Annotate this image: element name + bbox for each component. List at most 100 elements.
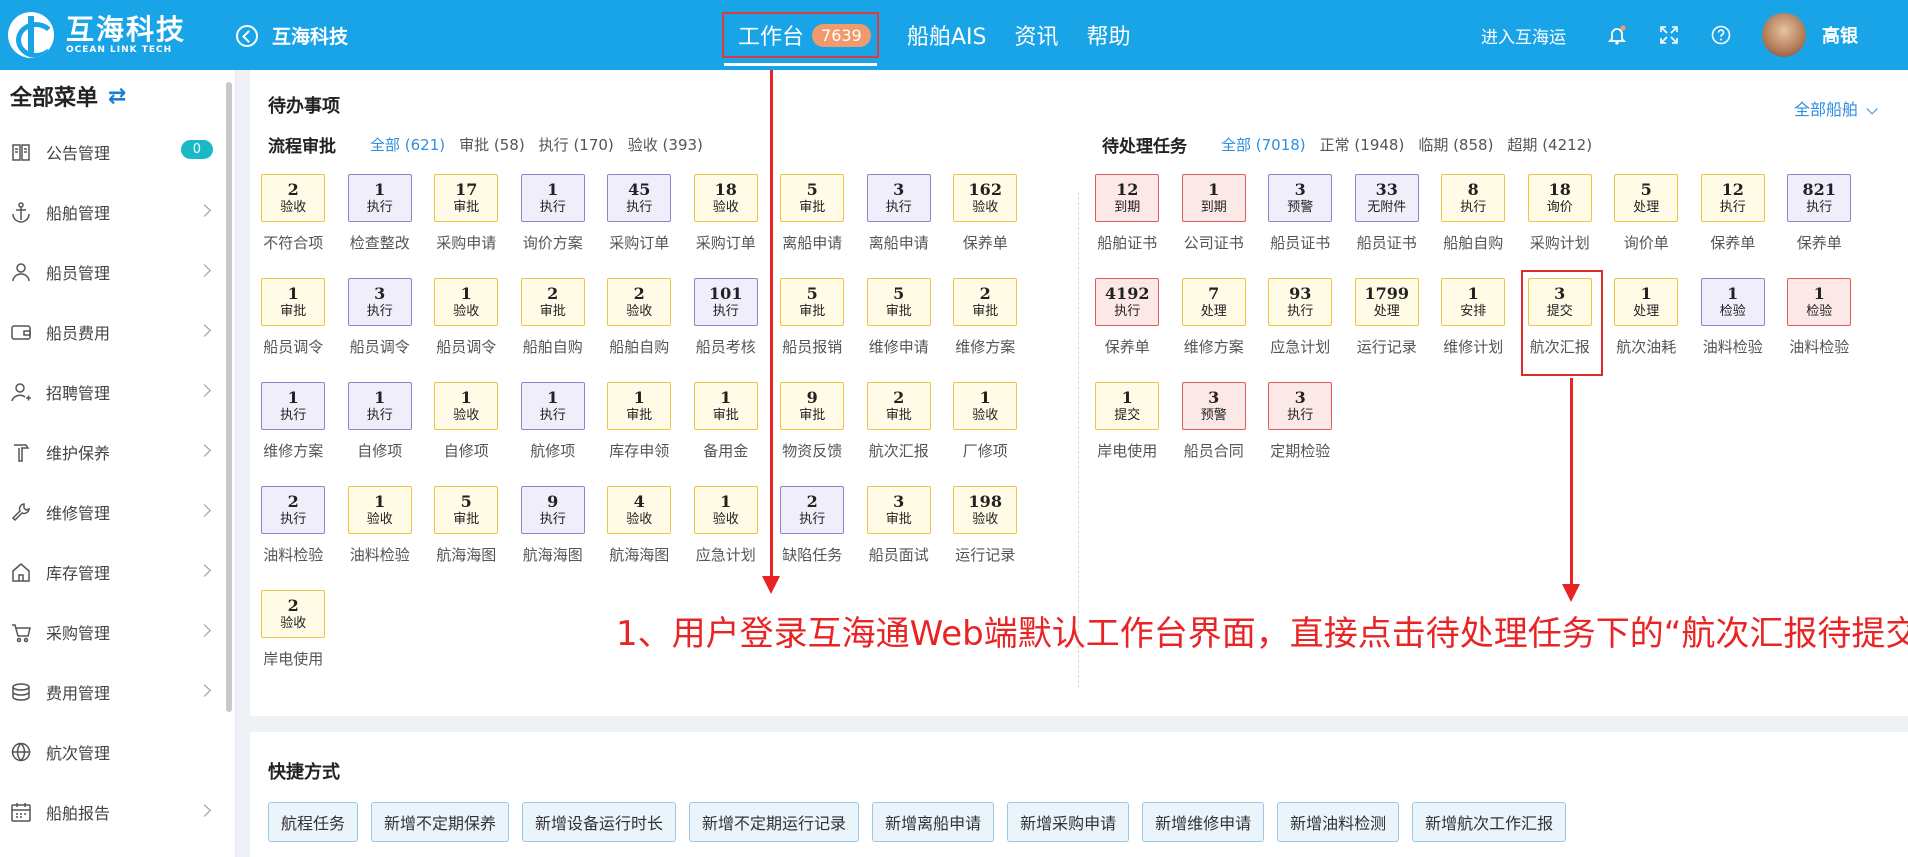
task-tile[interactable]: 2 验收 船舶自购 (596, 278, 683, 382)
task-count-box[interactable]: 1 执行 (520, 174, 585, 222)
task-tile[interactable]: 162 验收 保养单 (942, 174, 1029, 278)
task-count-box[interactable]: 2 审批 (953, 278, 1018, 326)
task-label[interactable]: 自修项 (444, 440, 489, 461)
task-count-box[interactable]: 1 检验 (1700, 278, 1765, 326)
task-label[interactable]: 航海海图 (523, 544, 583, 565)
task-tile[interactable]: 5 处理 询价单 (1603, 174, 1690, 278)
task-label[interactable]: 采购订单 (696, 232, 756, 253)
task-tile[interactable]: 1 到期 公司证书 (1171, 174, 1258, 278)
task-count-box[interactable]: 8 执行 (1441, 174, 1506, 222)
task-label[interactable]: 厂修项 (963, 440, 1008, 461)
task-label[interactable]: 采购申请 (436, 232, 496, 253)
task-label[interactable]: 运行记录 (1357, 336, 1417, 357)
task-tile[interactable]: 821 执行 保养单 (1776, 174, 1863, 278)
task-tile[interactable]: 4 验收航海海图 (596, 486, 683, 590)
task-count-box[interactable]: 1 验收 (347, 486, 412, 534)
user-name[interactable]: 高银 (1822, 22, 1858, 48)
task-label[interactable]: 维修申请 (869, 336, 929, 357)
task-label[interactable]: 采购计划 (1530, 232, 1590, 253)
task-label[interactable]: 航次汇报 (869, 440, 929, 461)
task-count-box[interactable]: 1 安排 (1441, 278, 1506, 326)
task-tile[interactable]: 93 执行 应急计划 (1257, 278, 1344, 382)
sidebar-item-3[interactable]: 船员费用 (0, 302, 235, 362)
task-count-box[interactable]: 198 验收 (953, 486, 1018, 534)
quick-action-button[interactable]: 新增采购申请 (1007, 802, 1130, 842)
task-label[interactable]: 岸电使用 (1097, 440, 1157, 461)
task-count-box[interactable]: 3 执行 (347, 278, 412, 326)
voyage-report-submit-tile[interactable]: 3 提交 航次汇报 (1517, 270, 1604, 382)
tasks-filter-all[interactable]: 全部 (7018) (1221, 134, 1306, 155)
sidebar-item-6[interactable]: 维修管理 (0, 482, 235, 542)
task-count-box[interactable]: 4 验收 (607, 486, 672, 534)
bell-icon[interactable] (1606, 24, 1628, 46)
task-count-box[interactable]: 1 处理 (1614, 278, 1679, 326)
task-label[interactable]: 库存申领 (609, 440, 669, 461)
task-label[interactable]: 不符合项 (263, 232, 323, 253)
task-label[interactable]: 保养单 (1105, 336, 1150, 357)
task-tile[interactable]: 1 检验油料检验 (1690, 278, 1777, 382)
task-count-box[interactable]: 12 执行 (1700, 174, 1765, 222)
quick-action-button[interactable]: 新增离船申请 (872, 802, 995, 842)
task-count-box[interactable]: 3 预警 (1268, 174, 1333, 222)
task-count-box[interactable]: 3 提交 (1527, 278, 1592, 326)
task-tile[interactable]: 101 执行船员考核 (683, 278, 770, 382)
task-label[interactable]: 公司证书 (1184, 232, 1244, 253)
task-count-box[interactable]: 1799 处理 (1354, 278, 1419, 326)
task-count-box[interactable]: 1 审批 (693, 382, 758, 430)
task-count-box[interactable]: 101 执行 (693, 278, 758, 326)
task-tile[interactable]: 2 执行 油料检验 (250, 486, 337, 590)
task-count-box[interactable]: 1 提交 (1095, 382, 1160, 430)
approval-filter-accept[interactable]: 验收 (393) (628, 134, 703, 155)
all-ships-dropdown[interactable]: 全部船舶 (1794, 96, 1874, 120)
task-label[interactable]: 船员证书 (1357, 232, 1417, 253)
task-count-box[interactable]: 1 执行 (261, 382, 326, 430)
task-label[interactable]: 船员面试 (869, 544, 929, 565)
task-label[interactable]: 维修方案 (955, 336, 1015, 357)
task-tile[interactable]: 1 审批 库存申领 (596, 382, 683, 486)
task-tile[interactable]: 1 执行 维修方案 (250, 382, 337, 486)
task-label[interactable]: 询价方案 (523, 232, 583, 253)
quick-action-button[interactable]: 新增不定期保养 (371, 802, 510, 842)
task-label[interactable]: 航次油耗 (1616, 336, 1676, 357)
sidebar-item-5[interactable]: 维护保养 (0, 422, 235, 482)
task-label[interactable]: 航海海图 (609, 544, 669, 565)
task-label[interactable]: 船员考核 (696, 336, 756, 357)
task-tile[interactable]: 1 检验 油料检验 (1776, 278, 1863, 382)
task-tile[interactable]: 3 预警 船员证书 (1257, 174, 1344, 278)
fullscreen-icon[interactable] (1658, 24, 1680, 46)
sidebar-item-2[interactable]: 船员管理 (0, 242, 235, 302)
task-label[interactable]: 运行记录 (955, 544, 1015, 565)
task-label[interactable]: 维修方案 (1184, 336, 1244, 357)
task-count-box[interactable]: 1 验收 (434, 278, 499, 326)
task-label[interactable]: 采购订单 (609, 232, 669, 253)
task-tile[interactable]: 5 审批 航海海图 (423, 486, 510, 590)
task-tile[interactable]: 3 执行 定期检验 (1257, 382, 1344, 486)
task-count-box[interactable]: 2 审批 (520, 278, 585, 326)
task-count-box[interactable]: 18 询价 (1527, 174, 1592, 222)
nav-tab-ais[interactable]: 船舶AIS (907, 19, 987, 51)
task-tile[interactable]: 3 预警 船员合同 (1171, 382, 1258, 486)
approval-filter-all[interactable]: 全部 (621) (370, 134, 445, 155)
sidebar-item-1[interactable]: 船舶管理 (0, 182, 235, 242)
sidebar-item-8[interactable]: 采购管理 (0, 602, 235, 662)
task-label[interactable]: 备用金 (703, 440, 748, 461)
task-tile[interactable]: 1799 处理运行记录 (1344, 278, 1431, 382)
task-count-box[interactable]: 5 审批 (866, 278, 931, 326)
tasks-filter-near-due[interactable]: 临期 (858) (1418, 134, 1493, 155)
task-label[interactable]: 油料检验 (1703, 336, 1763, 357)
task-label[interactable]: 船舶证书 (1097, 232, 1157, 253)
quick-action-button[interactable]: 航程任务 (268, 802, 359, 842)
task-tile[interactable]: 2 执行 缺陷任务 (769, 486, 856, 590)
task-label[interactable]: 保养单 (963, 232, 1008, 253)
back-button[interactable]: 互海科技 (236, 22, 348, 49)
sidebar-item-4[interactable]: 招聘管理 (0, 362, 235, 422)
task-tile[interactable]: 5 审批 船员报销 (769, 278, 856, 382)
task-count-box[interactable]: 1 验收 (434, 382, 499, 430)
task-label[interactable]: 保养单 (1797, 232, 1842, 253)
task-label[interactable]: 油料检验 (263, 544, 323, 565)
task-label[interactable]: 检查整改 (350, 232, 410, 253)
task-count-box[interactable]: 3 审批 (866, 486, 931, 534)
task-tile[interactable]: 4192 执行 保养单 (1084, 278, 1171, 382)
approval-filter-execute[interactable]: 执行 (170) (539, 134, 614, 155)
task-tile[interactable]: 2 验收 岸电使用 (250, 590, 337, 694)
